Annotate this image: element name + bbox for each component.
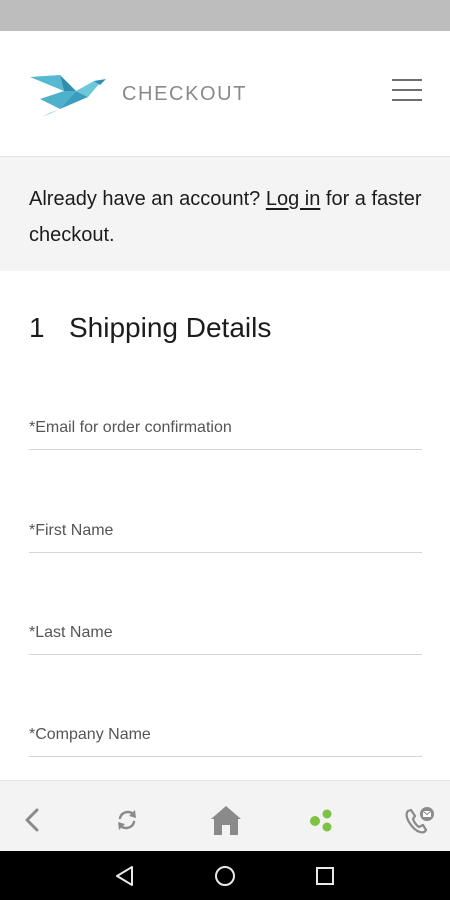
android-back-icon[interactable] bbox=[113, 864, 137, 888]
login-banner: Already have an account? Log in for a fa… bbox=[0, 156, 450, 271]
email-input[interactable] bbox=[29, 409, 426, 451]
company-name-field[interactable]: *Company Name bbox=[29, 716, 426, 758]
page-title: CHECKOUT bbox=[122, 83, 248, 105]
system-nav-bar bbox=[0, 851, 450, 900]
back-arrow-icon[interactable] bbox=[18, 805, 48, 835]
status-bar bbox=[0, 0, 450, 31]
step-number: 1 bbox=[29, 312, 45, 343]
login-prompt: Already have an account? Log in for a fa… bbox=[29, 181, 429, 253]
refresh-icon[interactable] bbox=[112, 805, 142, 835]
section-title-shipping: 1 Shipping Details bbox=[29, 312, 271, 344]
company-name-input[interactable] bbox=[29, 716, 426, 758]
section-title-text: Shipping Details bbox=[69, 312, 272, 343]
last-name-field[interactable]: *Last Name bbox=[29, 614, 426, 656]
email-field[interactable]: *Email for order confirmation bbox=[29, 409, 426, 451]
login-prompt-text-before: Already have an account? bbox=[29, 188, 266, 210]
bottom-nav-bar bbox=[0, 780, 450, 852]
bird-logo-icon[interactable] bbox=[30, 71, 108, 119]
phone-message-icon[interactable] bbox=[402, 805, 436, 835]
dots-cluster-icon[interactable] bbox=[307, 805, 337, 835]
login-link[interactable]: Log in bbox=[266, 188, 321, 210]
last-name-input[interactable] bbox=[29, 614, 426, 656]
first-name-field[interactable]: *First Name bbox=[29, 512, 426, 554]
home-icon[interactable] bbox=[210, 804, 242, 836]
android-recents-icon[interactable] bbox=[313, 864, 337, 888]
android-home-icon[interactable] bbox=[213, 864, 237, 888]
app-header: CHECKOUT bbox=[0, 31, 450, 156]
first-name-input[interactable] bbox=[29, 512, 426, 554]
hamburger-menu-icon[interactable] bbox=[392, 78, 424, 104]
